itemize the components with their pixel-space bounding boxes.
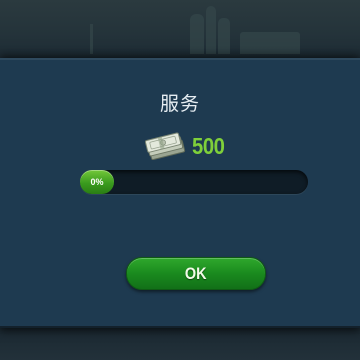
- reward-amount: 500: [192, 132, 225, 159]
- progress-track: [80, 170, 308, 194]
- ok-button-label: OK: [185, 263, 207, 283]
- background-scenery-top: [0, 0, 360, 62]
- dialog-title: 服务: [159, 93, 200, 115]
- game-screen: 服务 500 0% OK: [0, 0, 360, 360]
- ok-button[interactable]: OK: [126, 257, 266, 290]
- reward-row: 500: [143, 130, 229, 162]
- cash-stack-icon: [143, 130, 189, 162]
- progress-label: 0%: [90, 177, 104, 187]
